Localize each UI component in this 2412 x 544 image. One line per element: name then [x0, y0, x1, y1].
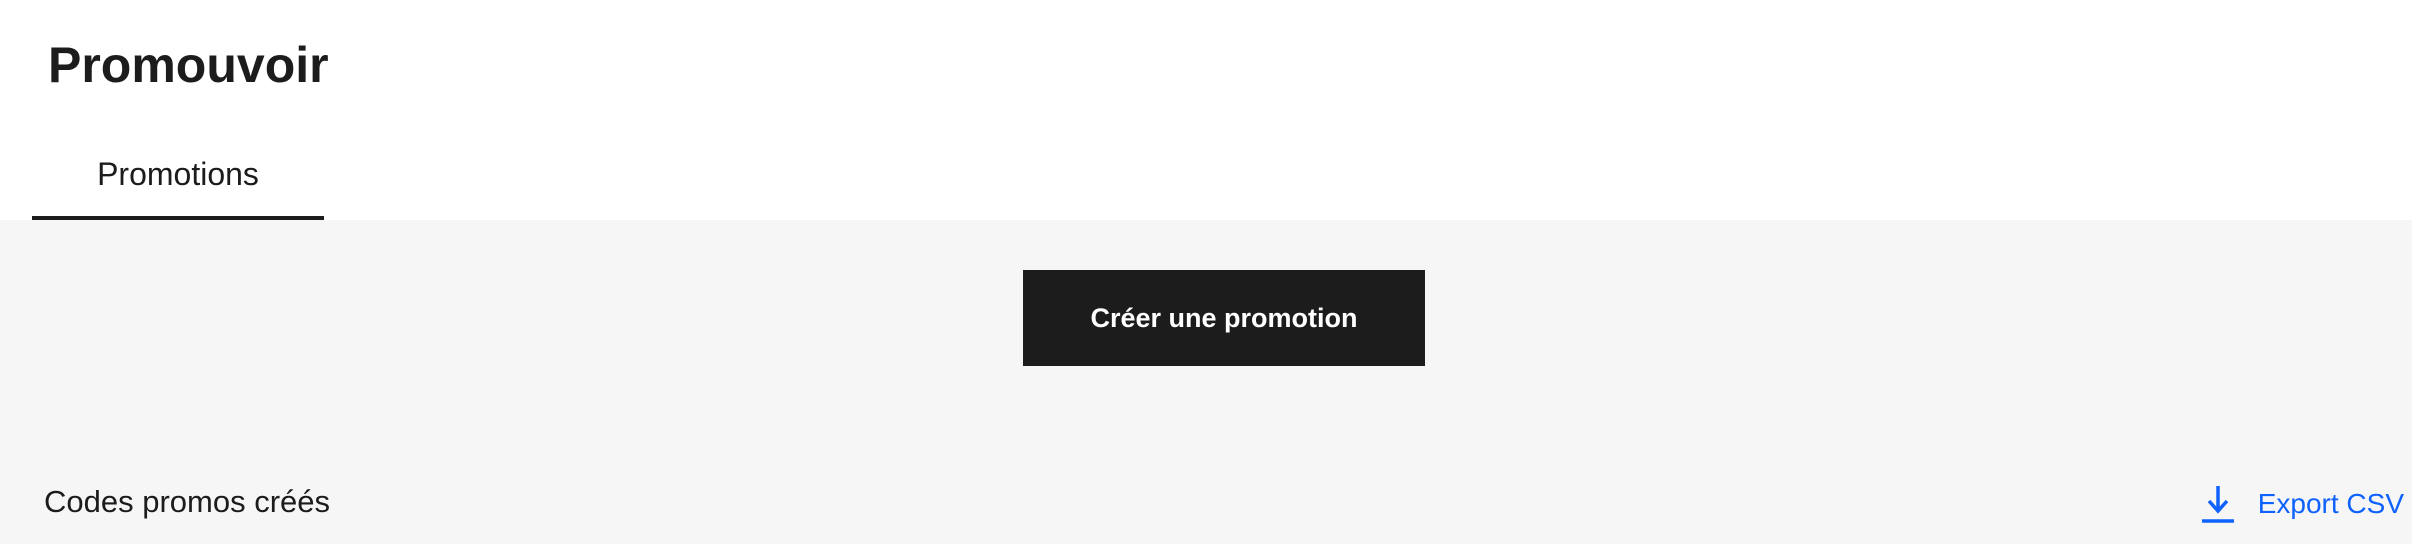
- export-csv-label: Export CSV: [2257, 488, 2404, 519]
- create-promotion-button[interactable]: Créer une promotion: [1023, 270, 1425, 366]
- download-icon: [2200, 484, 2236, 524]
- section-title-promo-codes: Codes promos créés: [44, 484, 331, 519]
- export-csv-link[interactable]: Export CSV: [2200, 482, 2404, 526]
- page: Promouvoir Promotions Créer une promotio…: [0, 0, 2412, 544]
- tab-promotions[interactable]: Promotions: [32, 140, 324, 220]
- tab-bar: Promotions: [0, 140, 2412, 220]
- main-content: Créer une promotion Codes promos créés E…: [0, 220, 2412, 544]
- tab-promotions-label: Promotions: [97, 156, 259, 192]
- page-title: Promouvoir: [48, 37, 329, 93]
- page-header: Promouvoir Promotions: [0, 0, 2412, 220]
